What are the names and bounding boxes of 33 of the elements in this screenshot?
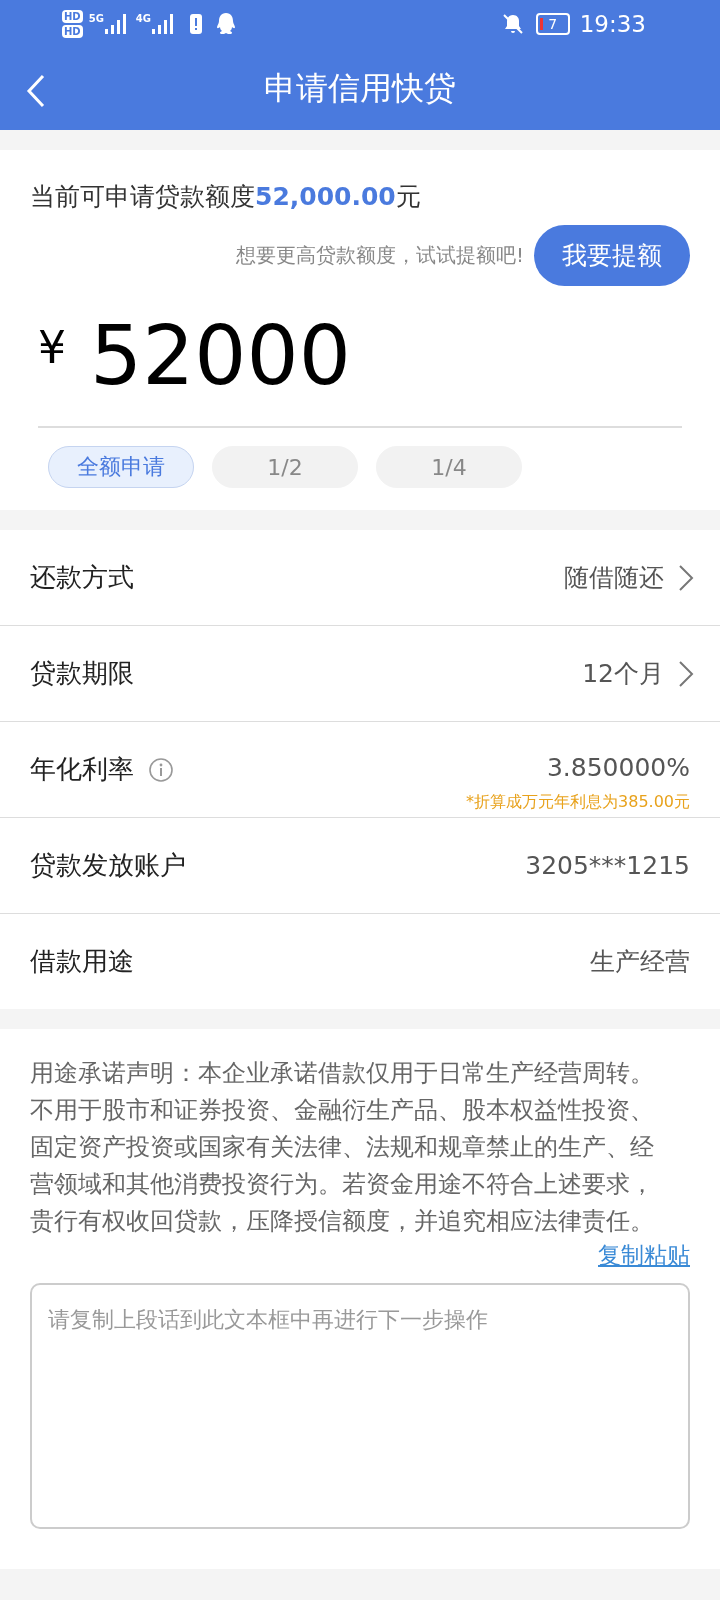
amount-value: 52000 xyxy=(90,307,351,403)
row-value: 3205***1215 xyxy=(525,851,690,880)
row-label: 年化利率 xyxy=(30,753,134,786)
status-time: 19:33 xyxy=(579,11,646,37)
hint-text: 想要更高贷款额度，试试提额吧! xyxy=(235,242,524,269)
amount-field[interactable]: ¥ 52000 xyxy=(38,300,682,428)
row-value: 生产经营 xyxy=(590,946,690,978)
copy-paste-link[interactable]: 复制粘贴 xyxy=(598,1240,690,1271)
quota-text: 当前可申请贷款额度52,000.00元 xyxy=(30,181,422,213)
hd-label: HD xyxy=(62,25,83,38)
row-value: 12个月 xyxy=(582,658,664,690)
row-label: 借款用途 xyxy=(30,945,134,978)
amount-option[interactable]: 1/4 xyxy=(376,446,522,488)
alert-icon xyxy=(189,13,203,35)
network-label: 4G xyxy=(135,13,151,25)
row-value: 3.850000% xyxy=(546,752,690,782)
network-label: 5G xyxy=(88,13,104,25)
bell-off-icon xyxy=(501,13,524,35)
page-title: 申请信用快贷 xyxy=(264,68,456,109)
raise-limit-button[interactable]: 我要提额 xyxy=(534,225,690,286)
row-label: 贷款期限 xyxy=(30,657,134,690)
row-value: 随借随还 xyxy=(564,562,664,594)
row-label: 还款方式 xyxy=(30,561,134,594)
row-label: 贷款发放账户 xyxy=(30,849,186,882)
amount-option[interactable]: 1/2 xyxy=(212,446,358,488)
hd-label: HD xyxy=(62,10,83,23)
interest-note: *折算成万元年利息为385.00元 xyxy=(466,791,690,813)
statement-text: 用途承诺声明：本企业承诺借款仅用于日常生产经营周转。不用于股市和证券投资、金融衍生产品、股本权益性投资、固定资产投资或国家有关法律、法规和规章禁止的生产、经营领域和其他消费投资行为。若资金用途不符合上述要求，贵行有权收回贷款，压降授信额度，并追究相应法律责任。 xyxy=(30,1058,655,1237)
answer-box[interactable]: 请复制上段话到此文本框中再进行下一步操作 xyxy=(30,1283,690,1529)
battery-icon: 7 xyxy=(535,13,570,35)
amount-option[interactable]: 全额申请 xyxy=(48,446,194,488)
currency-symbol: ¥ xyxy=(38,322,66,373)
penguin-icon xyxy=(215,12,237,36)
